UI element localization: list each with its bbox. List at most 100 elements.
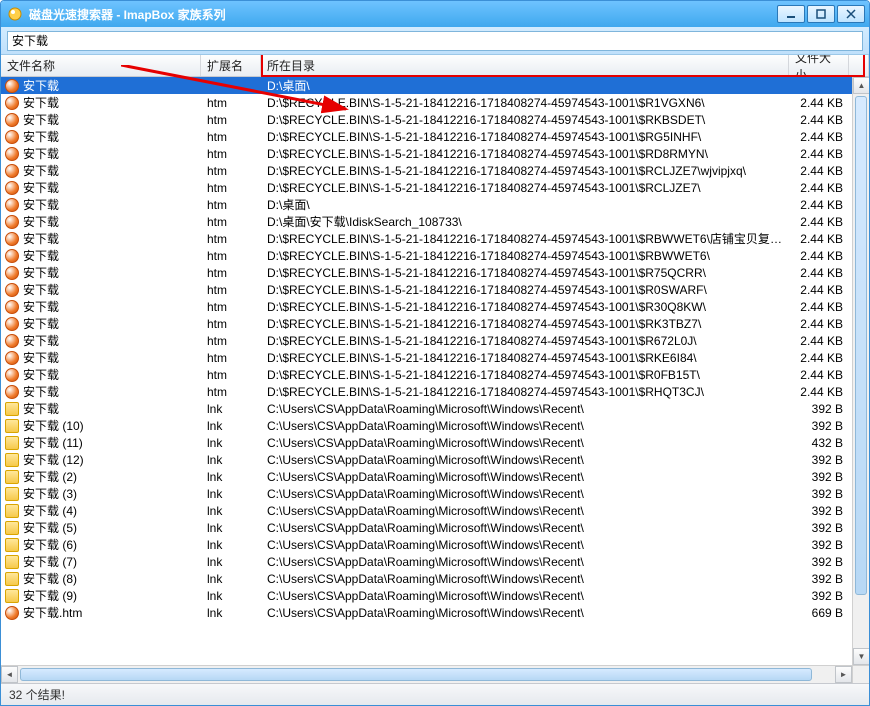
file-name: 安下载 <box>23 111 59 128</box>
file-name: 安下载 (10) <box>23 417 84 434</box>
file-ext: lnk <box>201 572 261 586</box>
file-ext: htm <box>201 232 261 246</box>
file-dir: C:\Users\CS\AppData\Roaming\Microsoft\Wi… <box>261 453 789 467</box>
minimize-button[interactable] <box>777 5 805 23</box>
file-dir: D:\$RECYCLE.BIN\S-1-5-21-18412216-171840… <box>261 249 789 263</box>
table-row[interactable]: 安下载htmD:\$RECYCLE.BIN\S-1-5-21-18412216-… <box>1 298 869 315</box>
file-ext: htm <box>201 334 261 348</box>
html-file-icon <box>5 300 19 314</box>
table-row[interactable]: 安下载 (12)lnkC:\Users\CS\AppData\Roaming\M… <box>1 451 869 468</box>
file-name: 安下载 (2) <box>23 468 77 485</box>
table-row[interactable]: 安下载htmD:\桌面\安下载\IdiskSearch_108733\2.44 … <box>1 213 869 230</box>
table-row[interactable]: 安下载 (8)lnkC:\Users\CS\AppData\Roaming\Mi… <box>1 570 869 587</box>
header-filename[interactable]: 文件名称 <box>1 55 201 76</box>
header-directory[interactable]: 所在目录 <box>261 55 789 76</box>
file-size: 2.44 KB <box>789 334 849 348</box>
vertical-scroll-thumb[interactable] <box>855 96 867 595</box>
table-row[interactable]: 安下载 (7)lnkC:\Users\CS\AppData\Roaming\Mi… <box>1 553 869 570</box>
table-row[interactable]: 安下载htmD:\$RECYCLE.BIN\S-1-5-21-18412216-… <box>1 332 869 349</box>
table-row[interactable]: 安下载 (4)lnkC:\Users\CS\AppData\Roaming\Mi… <box>1 502 869 519</box>
folder-icon <box>5 419 19 433</box>
table-row[interactable]: 安下载.htmlnkC:\Users\CS\AppData\Roaming\Mi… <box>1 604 869 621</box>
scroll-left-button[interactable]: ◄ <box>1 666 18 683</box>
file-name: 安下载 <box>23 230 59 247</box>
file-ext: lnk <box>201 589 261 603</box>
file-name: 安下载 <box>23 179 59 196</box>
html-file-icon <box>5 181 19 195</box>
table-row[interactable]: 安下载D:\桌面\20 <box>1 77 869 94</box>
file-dir: C:\Users\CS\AppData\Roaming\Microsoft\Wi… <box>261 470 789 484</box>
file-name: 安下载 (12) <box>23 451 84 468</box>
table-row[interactable]: 安下载htmD:\$RECYCLE.BIN\S-1-5-21-18412216-… <box>1 264 869 281</box>
table-row[interactable]: 安下载htmD:\$RECYCLE.BIN\S-1-5-21-18412216-… <box>1 179 869 196</box>
table-row[interactable]: 安下载htmD:\$RECYCLE.BIN\S-1-5-21-18412216-… <box>1 94 869 111</box>
html-file-icon <box>5 164 19 178</box>
table-row[interactable]: 安下载htmD:\$RECYCLE.BIN\S-1-5-21-18412216-… <box>1 383 869 400</box>
horizontal-scrollbar[interactable]: ◄ ► <box>1 665 852 683</box>
vertical-scrollbar[interactable]: ▲ ▼ <box>852 77 869 665</box>
file-ext: htm <box>201 368 261 382</box>
table-row[interactable]: 安下载 (5)lnkC:\Users\CS\AppData\Roaming\Mi… <box>1 519 869 536</box>
file-size: 392 B <box>789 521 849 535</box>
file-dir: D:\$RECYCLE.BIN\S-1-5-21-18412216-171840… <box>261 147 789 161</box>
horizontal-scroll-thumb[interactable] <box>20 668 812 681</box>
file-dir: D:\$RECYCLE.BIN\S-1-5-21-18412216-171840… <box>261 368 789 382</box>
table-row[interactable]: 安下载htmD:\$RECYCLE.BIN\S-1-5-21-18412216-… <box>1 349 869 366</box>
file-size: 2.44 KB <box>789 300 849 314</box>
table-row[interactable]: 安下载lnkC:\Users\CS\AppData\Roaming\Micros… <box>1 400 869 417</box>
table-row[interactable]: 安下载 (10)lnkC:\Users\CS\AppData\Roaming\M… <box>1 417 869 434</box>
table-row[interactable]: 安下载 htmD:\$RECYCLE.BIN\S-1-5-21-18412216-… <box>1 230 869 247</box>
file-ext: lnk <box>201 487 261 501</box>
titlebar[interactable]: 磁盘光速搜索器 - ImapBox 家族系列 <box>1 1 869 27</box>
table-row[interactable]: 安下载htmD:\$RECYCLE.BIN\S-1-5-21-18412216-… <box>1 366 869 383</box>
scroll-up-button[interactable]: ▲ <box>853 77 869 94</box>
file-size: 2.44 KB <box>789 147 849 161</box>
table-row[interactable]: 安下载htmD:\$RECYCLE.BIN\S-1-5-21-18412216-… <box>1 162 869 179</box>
search-toolbar <box>1 27 869 55</box>
html-file-icon <box>5 147 19 161</box>
file-ext: htm <box>201 300 261 314</box>
header-extension[interactable]: 扩展名 <box>201 55 261 76</box>
scroll-down-button[interactable]: ▼ <box>853 648 869 665</box>
file-dir: D:\$RECYCLE.BIN\S-1-5-21-18412216-171840… <box>261 266 789 280</box>
file-name: 安下载 <box>23 349 59 366</box>
file-dir: C:\Users\CS\AppData\Roaming\Microsoft\Wi… <box>261 504 789 518</box>
table-row[interactable]: 安下载htmD:\$RECYCLE.BIN\S-1-5-21-18412216-… <box>1 315 869 332</box>
file-dir: D:\$RECYCLE.BIN\S-1-5-21-18412216-171840… <box>261 385 789 399</box>
file-name: 安下载 <box>23 315 59 332</box>
file-dir: C:\Users\CS\AppData\Roaming\Microsoft\Wi… <box>261 436 789 450</box>
folder-icon <box>5 453 19 467</box>
table-row[interactable]: 安下载 (9)lnkC:\Users\CS\AppData\Roaming\Mi… <box>1 587 869 604</box>
table-row[interactable]: 安下载htmD:\$RECYCLE.BIN\S-1-5-21-18412216-… <box>1 111 869 128</box>
file-dir: D:\$RECYCLE.BIN\S-1-5-21-18412216-171840… <box>261 230 789 247</box>
file-size: 2.44 KB <box>789 368 849 382</box>
search-input[interactable] <box>7 31 863 51</box>
table-row[interactable]: 安下载htmD:\$RECYCLE.BIN\S-1-5-21-18412216-… <box>1 145 869 162</box>
maximize-button[interactable] <box>807 5 835 23</box>
table-row[interactable]: 安下载 (3)lnkC:\Users\CS\AppData\Roaming\Mi… <box>1 485 869 502</box>
header-date[interactable] <box>849 55 869 76</box>
close-button[interactable] <box>837 5 865 23</box>
file-name: 安下载 (5) <box>23 519 77 536</box>
file-dir: D:\桌面\安下载\IdiskSearch_108733\ <box>261 213 789 230</box>
scroll-right-button[interactable]: ► <box>835 666 852 683</box>
folder-icon <box>5 470 19 484</box>
file-dir: D:\$RECYCLE.BIN\S-1-5-21-18412216-171840… <box>261 113 789 127</box>
table-row[interactable]: 安下载htmD:\桌面\2.44 KB20 <box>1 196 869 213</box>
file-name: 安下载 (7) <box>23 553 77 570</box>
table-row[interactable]: 安下载htmD:\$RECYCLE.BIN\S-1-5-21-18412216-… <box>1 247 869 264</box>
file-size: 392 B <box>789 504 849 518</box>
file-ext: htm <box>201 198 261 212</box>
file-name: 安下载 <box>23 213 59 230</box>
table-row[interactable]: 安下载 (11)lnkC:\Users\CS\AppData\Roaming\M… <box>1 434 869 451</box>
folder-icon <box>5 538 19 552</box>
table-row[interactable]: 安下载htmD:\$RECYCLE.BIN\S-1-5-21-18412216-… <box>1 128 869 145</box>
file-ext: htm <box>201 215 261 229</box>
table-row[interactable]: 安下载 (2)lnkC:\Users\CS\AppData\Roaming\Mi… <box>1 468 869 485</box>
html-file-icon <box>5 113 19 127</box>
file-ext: htm <box>201 249 261 263</box>
header-filesize[interactable]: 文件大小 <box>789 55 849 76</box>
file-ext: lnk <box>201 555 261 569</box>
table-row[interactable]: 安下载htmD:\$RECYCLE.BIN\S-1-5-21-18412216-… <box>1 281 869 298</box>
table-row[interactable]: 安下载 (6)lnkC:\Users\CS\AppData\Roaming\Mi… <box>1 536 869 553</box>
